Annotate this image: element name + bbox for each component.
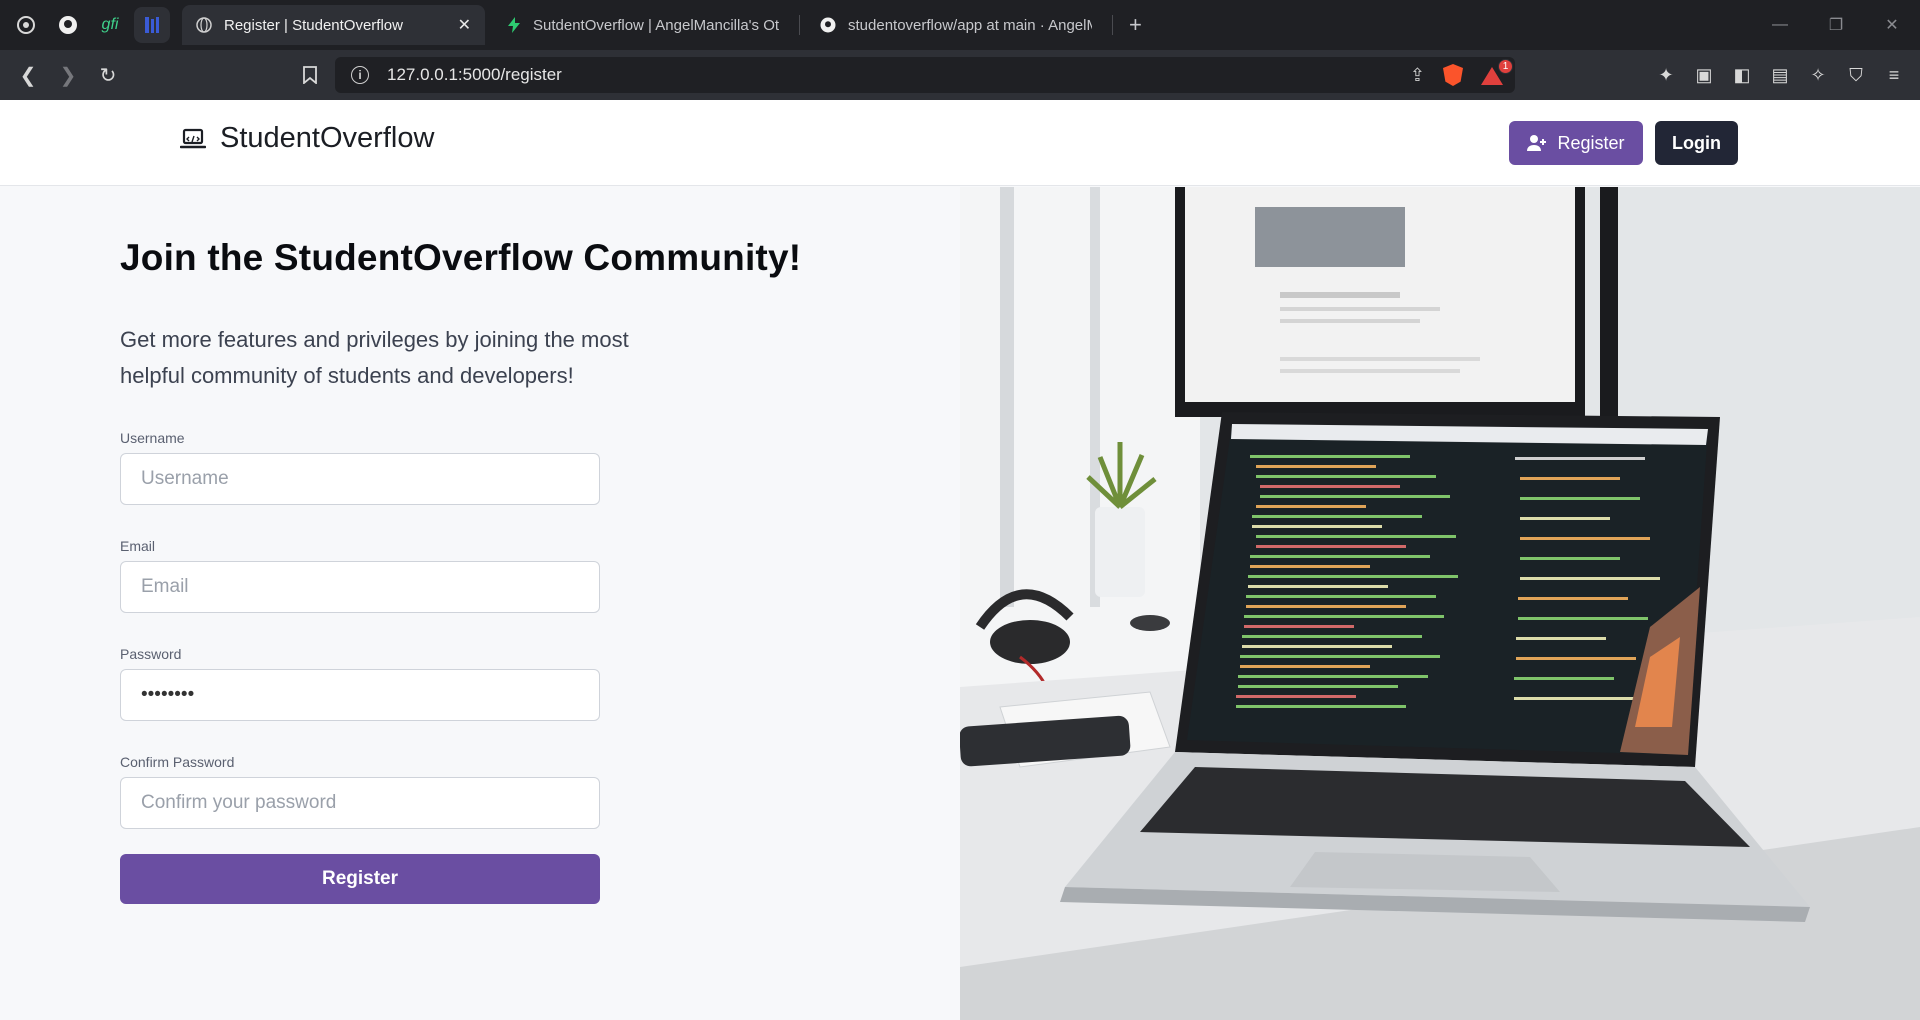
- toolbar-actions: ✦ ▣ ◧ ▤ ✧ ⛉ ≡: [1654, 50, 1906, 100]
- github-icon: [59, 16, 77, 34]
- leo-ai-icon[interactable]: ✧: [1806, 63, 1830, 87]
- forward-icon[interactable]: ❯: [50, 57, 86, 93]
- vpn-icon[interactable]: ⛉: [1844, 63, 1868, 87]
- register-panel: Join the StudentOverflow Community! Get …: [0, 187, 960, 1020]
- close-tab-icon[interactable]: ✕: [458, 15, 471, 35]
- url-text: 127.0.0.1:5000/register: [387, 65, 562, 84]
- extensions-icon[interactable]: ✦: [1654, 63, 1678, 87]
- brave-rewards-icon[interactable]: 1: [1481, 59, 1513, 85]
- sidebar-icon[interactable]: ◧: [1730, 63, 1754, 87]
- wallet-icon[interactable]: ▤: [1768, 63, 1792, 87]
- close-window-icon[interactable]: ✕: [1864, 0, 1920, 50]
- email-label: Email: [120, 538, 156, 554]
- hero-image: [960, 187, 1920, 1020]
- tab-github-repo[interactable]: studentoverflow/app at main · AngelM: [806, 5, 1106, 45]
- menu-icon[interactable]: ≡: [1882, 63, 1906, 87]
- browser-toolbar: ❮ ❯ ↻ i 127.0.0.1:5000/register ⇪ 1 ✦ ▣ …: [0, 50, 1920, 100]
- confirm-password-label: Confirm Password: [120, 754, 235, 770]
- github-icon: [820, 17, 836, 33]
- confirm-password-input[interactable]: [120, 777, 600, 829]
- bookmark-icon[interactable]: [292, 57, 328, 93]
- pinned-gfi-tab[interactable]: gfi: [92, 7, 128, 43]
- restore-icon[interactable]: ❐: [1808, 0, 1864, 50]
- tab-divider: [799, 15, 800, 35]
- site-info-icon[interactable]: i: [351, 66, 369, 84]
- pinned-app-tab[interactable]: [8, 7, 44, 43]
- page-subtitle: Get more features and privileges by join…: [120, 327, 629, 388]
- browser-tab-strip: gfi Register | StudentOverflow ✕ Sutdent…: [0, 0, 1920, 50]
- user-plus-icon: [1527, 135, 1547, 151]
- register-submit-button[interactable]: Register: [120, 854, 600, 904]
- site-navbar: StudentOverflow Register Login: [0, 100, 1920, 186]
- tab-divider: [1112, 15, 1113, 35]
- register-form: Username Email Password Confirm Password…: [120, 430, 600, 904]
- tab-title: Register | StudentOverflow: [224, 16, 403, 34]
- laptop-desk-photo: [960, 187, 1920, 1020]
- address-bar-actions: ⇪ 1: [1410, 57, 1513, 93]
- tab-title: SutdentOverflow | AngelMancilla's Ot: [533, 16, 779, 34]
- share-icon[interactable]: ⇪: [1410, 65, 1425, 86]
- dashboard-icon: [145, 17, 159, 33]
- minimize-icon[interactable]: —: [1752, 0, 1808, 50]
- laptop-icon: [180, 128, 206, 148]
- nav-register-label: Register: [1557, 132, 1625, 153]
- globe-icon: [196, 17, 212, 33]
- username-label: Username: [120, 430, 185, 446]
- bolt-icon: [508, 17, 520, 33]
- page: StudentOverflow Register Login Join the …: [0, 100, 1920, 1020]
- reload-icon[interactable]: ↻: [90, 57, 126, 93]
- pinned-github-tab[interactable]: [50, 7, 86, 43]
- pinned-tabs: gfi: [0, 7, 170, 43]
- reader-icon[interactable]: ▣: [1692, 63, 1716, 87]
- email-input[interactable]: [120, 561, 600, 613]
- tab-title: studentoverflow/app at main · AngelM: [848, 16, 1092, 34]
- brand[interactable]: StudentOverflow: [180, 122, 434, 155]
- nav-register-button[interactable]: Register: [1509, 121, 1643, 165]
- password-label: Password: [120, 646, 182, 662]
- tab-sutdentoverflow[interactable]: SutdentOverflow | AngelMancilla's Ot: [493, 5, 793, 45]
- gfi-icon: gfi: [101, 16, 119, 33]
- username-input[interactable]: [120, 453, 600, 505]
- brave-shields-icon[interactable]: [1443, 64, 1463, 86]
- nav-login-button[interactable]: Login: [1655, 121, 1738, 165]
- tab-register[interactable]: Register | StudentOverflow ✕: [182, 5, 485, 45]
- alert-badge: 1: [1498, 59, 1513, 74]
- nav-actions: Register Login: [1509, 121, 1738, 165]
- page-title: Join the StudentOverflow Community!: [120, 237, 802, 278]
- address-bar[interactable]: i 127.0.0.1:5000/register ⇪ 1: [335, 57, 1515, 93]
- window-controls: — ❐ ✕: [1752, 0, 1920, 50]
- password-input[interactable]: [120, 669, 600, 721]
- brand-name: StudentOverflow: [220, 122, 435, 154]
- nav-login-label: Login: [1672, 132, 1721, 153]
- app-icon: [17, 16, 35, 34]
- new-tab-icon[interactable]: +: [1129, 12, 1142, 38]
- back-icon[interactable]: ❮: [10, 57, 46, 93]
- pinned-dashboard-tab[interactable]: [134, 7, 170, 43]
